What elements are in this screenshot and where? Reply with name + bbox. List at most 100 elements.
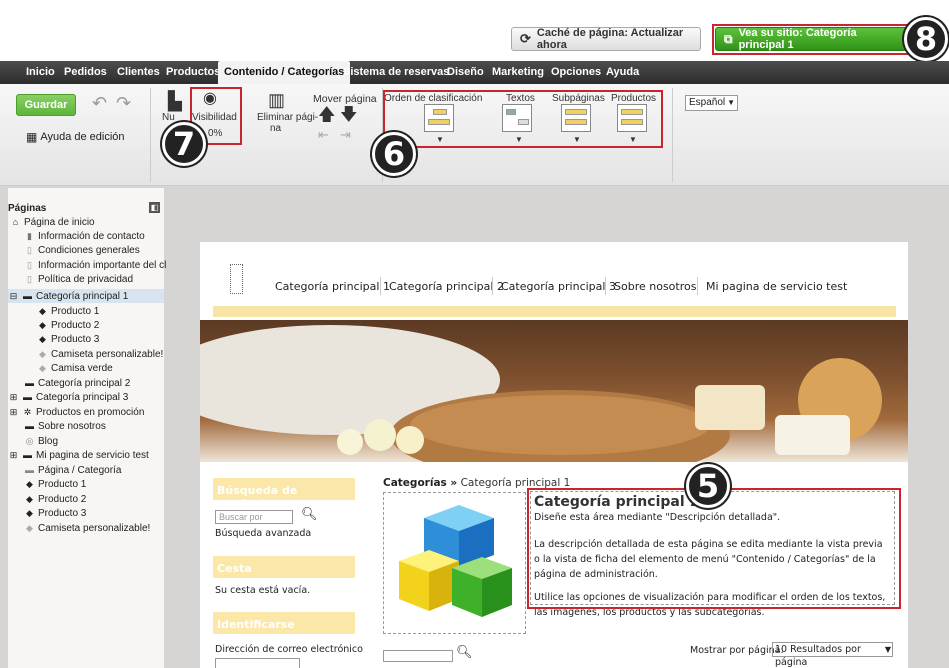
per-page-label: Mostrar por página: — [690, 645, 784, 656]
menu-marketing[interactable]: Marketing — [486, 61, 550, 84]
ribbon-divider — [150, 88, 151, 182]
tree-label: Blog — [38, 435, 59, 447]
page-icon: ▮ — [27, 231, 32, 241]
callout-badge-5: 5 — [686, 464, 730, 508]
collapse-sidebar-icon[interactable]: ◧ — [149, 202, 160, 213]
tree-item[interactable]: ◆ Producto 3 — [24, 506, 86, 520]
chevron-down-icon: ▼ — [727, 98, 735, 107]
tree-item[interactable]: ▮ Información de contacto — [24, 229, 145, 243]
tree-item[interactable]: ▯ Política de privacidad — [24, 272, 133, 286]
menu-sistema-reservas[interactable]: Sistema de reservas — [337, 61, 455, 84]
nav-item[interactable]: Categoría principal 2 — [389, 280, 504, 293]
product-box-icon: ◆ — [39, 306, 46, 316]
tree-label: Información de contacto — [38, 230, 145, 242]
delete-page-label-2: na — [270, 123, 282, 134]
refresh-icon: ⟳ — [520, 31, 531, 46]
tree-item[interactable]: ▬ Página / Categoría — [24, 463, 121, 477]
tree-label: Categoría principal 1 — [36, 290, 129, 302]
search-icon[interactable]: 🔍︎ — [456, 644, 473, 660]
nav-item[interactable]: Mi pagina de servicio test — [706, 280, 847, 293]
nav-item[interactable]: Sobre nosotros — [614, 280, 696, 293]
menu-clientes[interactable]: Clientes — [111, 61, 166, 84]
nav-divider — [697, 277, 698, 295]
menu-inicio[interactable]: Inicio — [20, 61, 61, 84]
tree-item[interactable]: ⌂ Página de inicio — [10, 215, 95, 229]
menu-productos[interactable]: Productos — [160, 61, 226, 84]
nav-divider — [380, 277, 381, 295]
tree-item[interactable]: ▯ Condiciones generales — [24, 243, 140, 257]
category-image-frame[interactable] — [383, 492, 526, 634]
menu-ayuda[interactable]: Ayuda — [600, 61, 645, 84]
cart-heading: Cesta — [213, 556, 355, 578]
arrow-up-icon[interactable]: 🡅 — [318, 106, 335, 123]
product-filter-input[interactable] — [383, 650, 453, 662]
trash-icon[interactable]: ▥ — [268, 91, 285, 109]
tree-item[interactable]: ◆ Producto 1 — [37, 304, 99, 318]
spa-banner-illustration — [200, 325, 882, 462]
highlight-box-6 — [383, 90, 663, 148]
undo-icon[interactable]: ↶ — [92, 94, 107, 112]
per-page-select[interactable]: 10 Resultados por página ▼ — [772, 642, 893, 668]
tree-item[interactable]: ◆ Producto 3 — [37, 332, 99, 346]
cache-refresh-button[interactable]: ⟳ Caché de página: Actualizar ahora — [511, 27, 701, 51]
search-icon[interactable]: 🔍︎ — [301, 506, 318, 522]
delete-page-label[interactable]: Eliminar pági- — [257, 112, 318, 123]
tree-label: Producto 1 — [51, 305, 100, 317]
product-box-icon: ◆ — [39, 363, 46, 373]
tree-item[interactable]: ⊞ ▬ Categoría principal 3 — [8, 390, 129, 404]
menu-diseno[interactable]: Diseño — [441, 61, 490, 84]
tree-item[interactable]: ◆ Producto 2 — [24, 492, 86, 506]
tree-item[interactable]: ◆ Camiseta personalizable! — [24, 521, 150, 535]
cubes-illustration — [399, 505, 512, 617]
nav-item[interactable]: Categoría principal 3 — [501, 280, 616, 293]
folder-icon: ▬ — [25, 421, 34, 431]
folder-icon: ▬ — [23, 392, 32, 402]
tree-item[interactable]: ◆ Producto 2 — [37, 318, 99, 332]
grid-icon: ▦ — [26, 130, 38, 144]
menu-opciones[interactable]: Opciones — [545, 61, 607, 84]
tree-item[interactable]: ◆ Camiseta personalizable! — [37, 347, 163, 361]
email-label: Dirección de correo electrónico — [215, 644, 363, 655]
tree-item[interactable]: ▬ Categoría principal 2 — [24, 376, 130, 390]
language-select[interactable]: Español ▼ — [685, 95, 738, 111]
cache-refresh-label: Caché de página: Actualizar ahora — [536, 27, 684, 51]
tree-item[interactable]: ◎ Blog — [24, 434, 58, 448]
arrow-down-icon[interactable]: 🡇 — [340, 106, 357, 123]
email-field[interactable] — [215, 658, 300, 668]
new-page-label: Nu — [162, 112, 175, 123]
edit-help-link[interactable]: ▦ Ayuda de edición — [26, 130, 125, 144]
save-button[interactable]: Guardar — [16, 94, 76, 116]
edit-help-label: Ayuda de edición — [40, 131, 125, 143]
menu-pedidos[interactable]: Pedidos — [58, 61, 113, 84]
tree-item[interactable]: ◆ Producto 1 — [24, 477, 86, 491]
move-page-label: Mover página — [313, 93, 377, 105]
tree-item[interactable]: ⊞ ✲ Productos en promoción — [8, 405, 145, 419]
expand-icon: ⊞ — [9, 450, 18, 460]
tree-item[interactable]: ▯ Información importante del cl — [24, 258, 166, 272]
tree-label: Información importante del cl — [38, 259, 167, 271]
chevron-down-icon: ▼ — [884, 645, 891, 654]
product-search-input[interactable]: Buscar por — [215, 510, 293, 524]
advanced-search-link[interactable]: Búsqueda avanzada — [215, 528, 311, 539]
indent-icon[interactable]: ⇥ — [340, 128, 351, 141]
product-box-icon: ◆ — [26, 479, 33, 489]
highlight-box-8 — [712, 24, 911, 55]
tree-label: Productos en promoción — [36, 406, 145, 418]
outdent-icon[interactable]: ⇤ — [318, 128, 329, 141]
tree-label: Camiseta personalizable! — [38, 522, 151, 534]
redo-icon[interactable]: ↷ — [116, 94, 131, 112]
new-page-icon[interactable]: ▙ — [168, 92, 182, 110]
breadcrumb-root[interactable]: Categorías » — [383, 477, 457, 489]
product-box-icon: ◆ — [39, 334, 46, 344]
tree-label: Producto 3 — [38, 507, 87, 519]
tree-item[interactable]: ▬ Sobre nosotros — [24, 419, 106, 433]
tree-label: Página de inicio — [24, 216, 95, 228]
tree-item[interactable]: ◆ Camisa verde — [37, 361, 113, 375]
tree-item[interactable]: ⊞ ▬ Mi pagina de servicio test — [8, 448, 149, 462]
menu-contenido-categorias[interactable]: Contenido / Categorías — [218, 61, 351, 84]
ribbon-divider-3 — [672, 88, 673, 182]
logo-placeholder[interactable] — [230, 264, 243, 294]
nav-item[interactable]: Categoría principal 1 — [275, 280, 390, 293]
site-preview: Categoría principal 1 Categoría principa… — [200, 242, 908, 668]
tree-item-selected[interactable]: ⊟ ▬ Categoría principal 1 — [8, 289, 164, 303]
